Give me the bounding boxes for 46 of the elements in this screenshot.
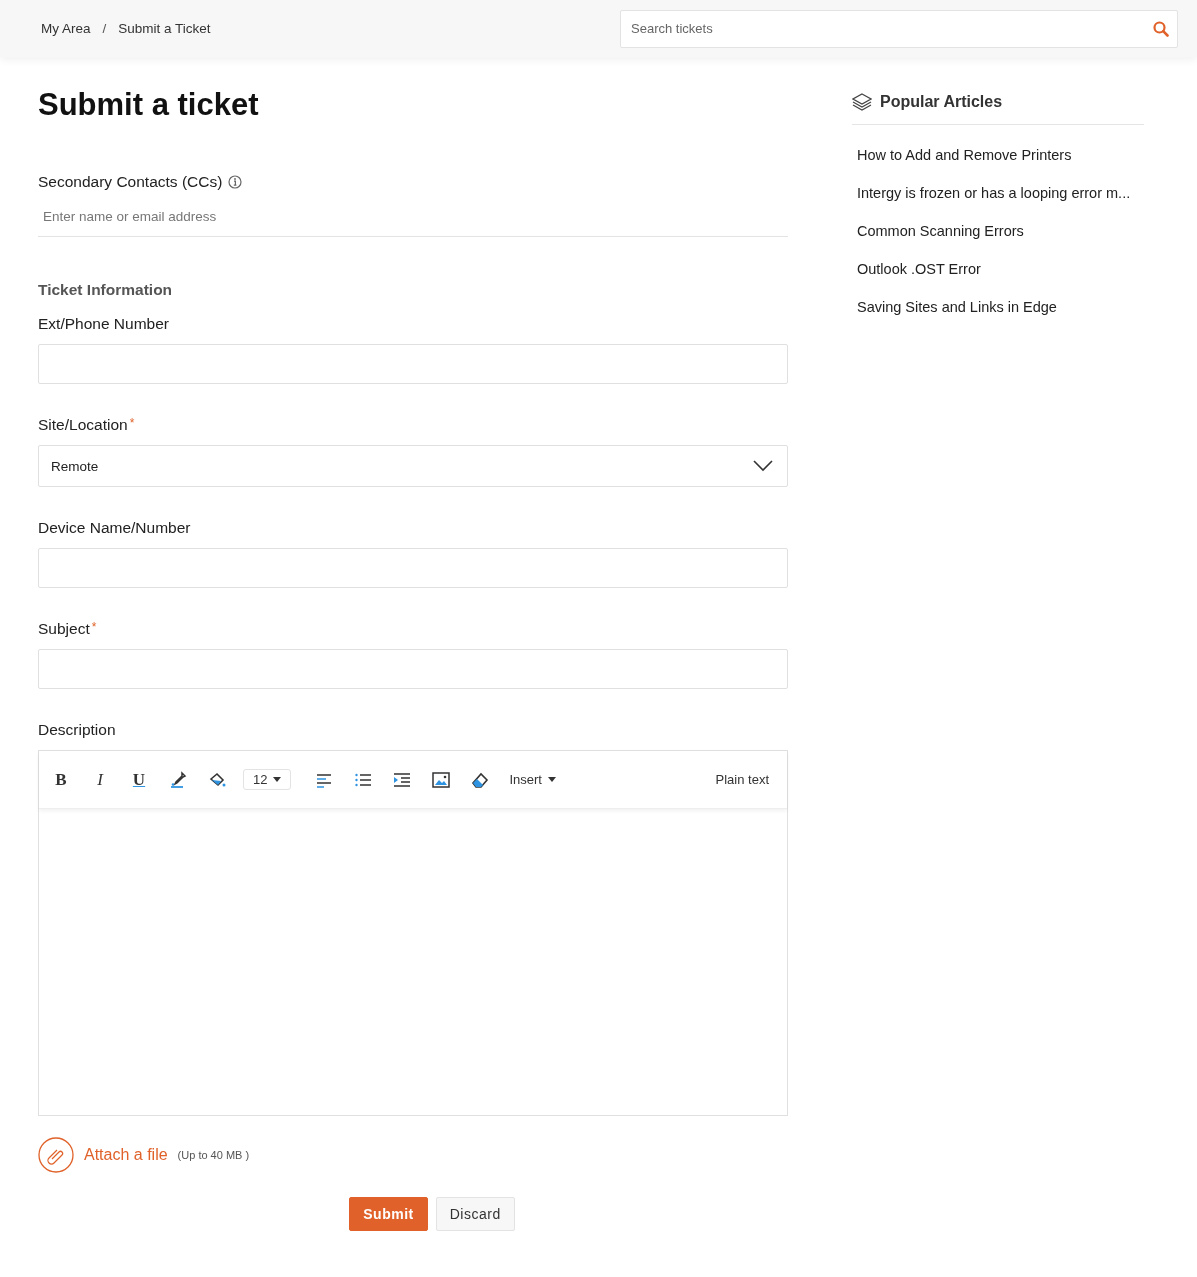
info-icon[interactable] <box>228 175 243 189</box>
caret-icon <box>273 777 282 782</box>
article-link[interactable]: Common Scanning Errors <box>857 223 1144 239</box>
attach-file-link[interactable]: Attach a file <box>84 1146 168 1164</box>
field-label: Secondary Contacts (CCs) <box>38 173 223 191</box>
eyedropper-icon <box>169 770 187 789</box>
search-field[interactable]: Search tickets <box>620 9 1178 48</box>
input-field[interactable] <box>38 649 788 689</box>
breadcrumb-link[interactable]: My Area <box>41 21 91 36</box>
format-button[interactable]: I <box>87 766 113 793</box>
layers-icon <box>852 92 872 112</box>
section-title: Ticket Information <box>38 281 174 299</box>
sidebar-title: Popular Articles <box>880 93 1003 111</box>
dropdown[interactable]: Remote <box>38 445 788 487</box>
required-marker: * <box>129 416 135 432</box>
image-icon <box>432 770 451 789</box>
format-button[interactable]: U <box>126 766 152 793</box>
format-button[interactable]: B <box>48 766 74 793</box>
paperclip-icon[interactable] <box>38 1137 74 1173</box>
plain-text-toggle[interactable]: Plain text <box>709 771 775 788</box>
breadcrumb-separator: / <box>102 21 107 36</box>
submit-button[interactable]: Submit <box>349 1197 428 1231</box>
discard-button[interactable]: Discard <box>435 1197 515 1231</box>
eraser-icon <box>471 770 490 789</box>
field-label: Ext/Phone Number <box>38 315 169 333</box>
input-field[interactable] <box>38 344 788 384</box>
article-link[interactable]: Outlook .OST Error <box>857 261 1144 277</box>
dropdown-button[interactable]: Insert <box>506 769 559 790</box>
size-limit: (Up to 40 MB ) <box>177 1149 250 1161</box>
input-field[interactable] <box>38 548 788 588</box>
article-link[interactable]: Intergy is frozen or has a looping error m... <box>857 185 1144 201</box>
chevron-down-icon <box>753 460 773 472</box>
field-label: Description <box>38 721 116 739</box>
indent-icon <box>393 770 412 789</box>
field-label: Subject <box>38 620 90 638</box>
page-title: Submit a ticket <box>38 87 260 124</box>
paint-bucket-icon <box>208 770 226 789</box>
field-label: Device Name/Number <box>38 519 191 537</box>
caret-icon <box>548 777 556 782</box>
breadcrumb-link[interactable]: Submit a Ticket <box>118 21 211 36</box>
required-marker: * <box>91 620 97 636</box>
article-link[interactable]: How to Add and Remove Printers <box>857 147 1144 163</box>
article-link[interactable]: Saving Sites and Links in Edge <box>857 299 1144 315</box>
field-label: Site/Location <box>38 416 128 434</box>
search-icon[interactable] <box>1153 20 1169 37</box>
dropdown-button[interactable]: 12 <box>243 769 292 790</box>
